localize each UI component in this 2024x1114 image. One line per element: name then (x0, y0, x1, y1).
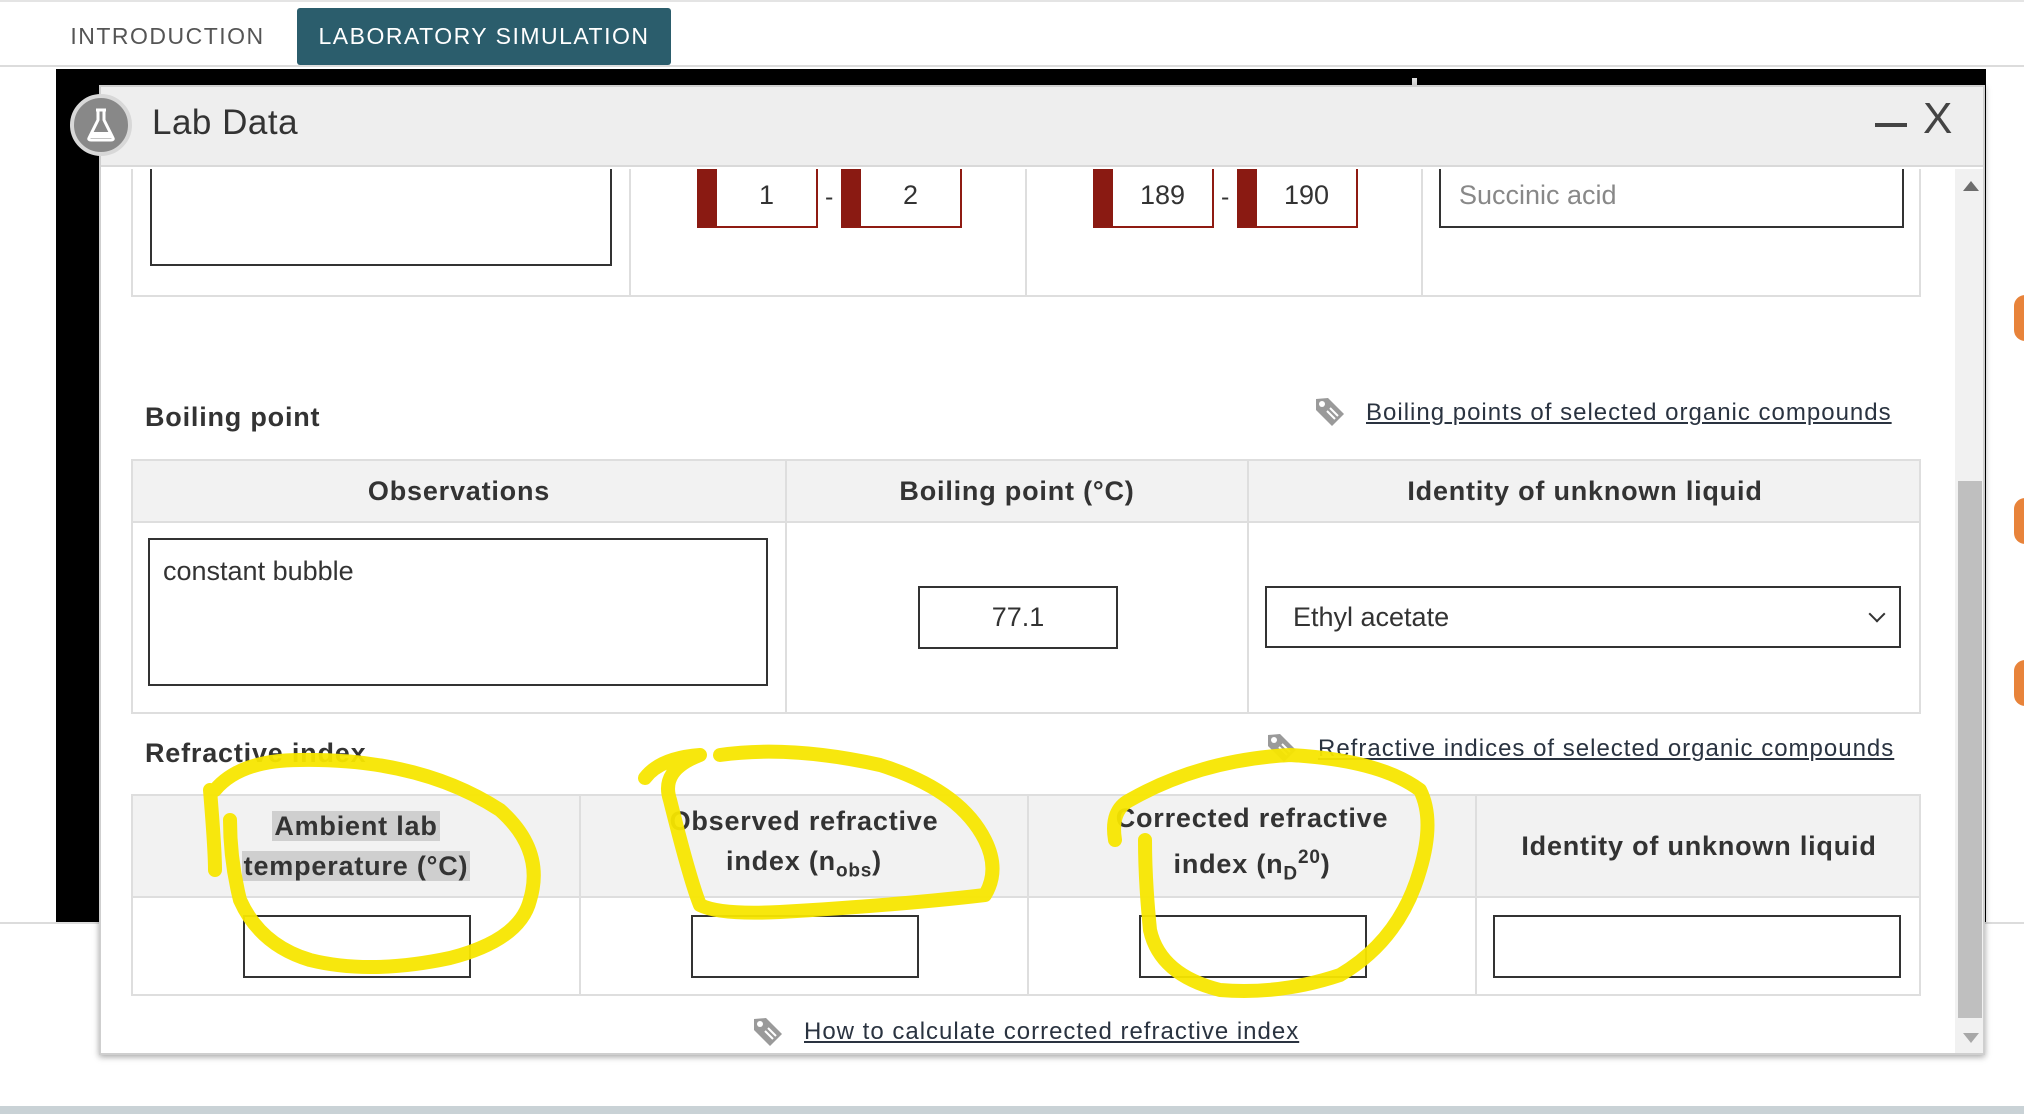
header-observations: Observations (133, 461, 787, 521)
header-corrected-sup: 20 (1297, 846, 1321, 868)
ri-ambient-col (133, 898, 581, 994)
scroll-down-icon[interactable] (1963, 1033, 1979, 1043)
ri-identity-col (1477, 898, 1921, 994)
refractive-index-table: Ambient lab temperature (°C) Observed re… (131, 794, 1921, 996)
header-ambient-line2: temperature (°C) (241, 851, 471, 881)
range-dash: - (1221, 183, 1230, 211)
refractive-index-title: Refractive index (145, 738, 367, 768)
header-observed-close: ) (872, 845, 882, 876)
ri-observed-col (581, 898, 1029, 994)
mp-range2-low-input[interactable]: 189 (1093, 169, 1214, 228)
header-boiling-point: Boiling point (°C) (787, 461, 1249, 521)
header-observed-line2: index (n (726, 845, 836, 876)
minimize-icon[interactable] (1875, 123, 1907, 127)
lab-data-panel: Lab Data X 1 - 2 189 - 190 Succinic acid (99, 85, 1985, 1055)
corrected-refractive-index-input[interactable] (1139, 915, 1367, 978)
chevron-down-icon (1868, 605, 1886, 623)
header-ri-identity-liquid: Identity of unknown liquid (1521, 831, 1877, 861)
melting-point-table: 1 - 2 189 - 190 Succinic acid (131, 169, 1921, 297)
header-corrected-refractive-index: Corrected refractive index (nD20) (1029, 796, 1477, 896)
header-corrected-line1: Corrected refractive (1115, 802, 1389, 833)
header-observed-sub: obs (835, 860, 873, 882)
header-observed-refractive-index: Observed refractive index (nobs) (581, 796, 1029, 896)
panel-header: Lab Data X (101, 87, 1983, 167)
tag-icon (1316, 398, 1344, 426)
tab-introduction[interactable]: INTRODUCTION (50, 8, 285, 65)
bp-observations-col: constant bubble (133, 523, 787, 712)
panel-content: 1 - 2 189 - 190 Succinic acid Boiling po… (101, 169, 1961, 1053)
how-to-calculate-link[interactable]: How to calculate corrected refractive in… (804, 1018, 1299, 1046)
mp-identity-col: Succinic acid (1423, 169, 1919, 295)
mp-observations-textarea[interactable] (150, 169, 612, 266)
ri-corrected-col (1029, 898, 1477, 994)
mp-range2-high-input[interactable]: 190 (1237, 169, 1358, 228)
bp-value-col: 77.1 (787, 523, 1249, 712)
bp-identity-col: Ethyl acetate (1249, 523, 1921, 712)
bottom-strip (0, 1106, 2024, 1114)
panel-scrollbar[interactable] (1955, 169, 1983, 1053)
header-identity-liquid: Identity of unknown liquid (1407, 476, 1763, 506)
side-control-dot[interactable] (2014, 295, 2024, 341)
tab-laboratory-simulation[interactable]: LABORATORY SIMULATION (297, 8, 671, 65)
header-corrected-line2: index (n (1173, 848, 1284, 879)
header-observed-line1: Observed refractive (669, 805, 939, 836)
scrollbar-thumb[interactable] (1958, 481, 1982, 1018)
ambient-temperature-input[interactable] (243, 915, 471, 978)
observed-refractive-index-input[interactable] (691, 915, 919, 978)
ri-identity-input[interactable] (1493, 915, 1901, 978)
top-tab-bar: INTRODUCTION LABORATORY SIMULATION (0, 0, 2024, 67)
boiling-point-title: Boiling point (145, 402, 321, 432)
panel-title: Lab Data (152, 103, 299, 142)
flask-icon (70, 94, 132, 156)
mp-range1-low-input[interactable]: 1 (697, 169, 818, 228)
boiling-points-reference-link[interactable]: Boiling points of selected organic compo… (1366, 399, 1892, 427)
solid-identity-input[interactable]: Succinic acid (1439, 169, 1904, 228)
tag-icon (1268, 734, 1296, 762)
boiling-point-input[interactable]: 77.1 (918, 586, 1118, 649)
scroll-up-icon[interactable] (1963, 181, 1979, 191)
bp-observations-textarea[interactable]: constant bubble (148, 538, 768, 686)
close-icon[interactable]: X (1923, 97, 1952, 141)
side-control-dot[interactable] (2014, 498, 2024, 544)
refractive-indices-reference-link[interactable]: Refractive indices of selected organic c… (1318, 735, 1894, 763)
header-corrected-sub: D (1283, 863, 1298, 885)
header-ambient-temperature: Ambient lab temperature (°C) (133, 796, 581, 896)
mp-observations-col (133, 169, 631, 295)
header-ambient-line1: Ambient lab (272, 811, 440, 841)
range-dash: - (825, 183, 834, 211)
liquid-identity-selected: Ethyl acetate (1293, 601, 1450, 632)
mp-range1-high-input[interactable]: 2 (841, 169, 962, 228)
mp-range1-col: 1 - 2 (631, 169, 1027, 295)
header-corrected-close: ) (1320, 848, 1331, 879)
boiling-point-table-header: Observations Boiling point (°C) Identity… (133, 461, 1919, 523)
boiling-point-table: Observations Boiling point (°C) Identity… (131, 459, 1921, 714)
side-control-dot[interactable] (2014, 660, 2024, 706)
mp-range2-col: 189 - 190 (1027, 169, 1423, 295)
liquid-identity-select[interactable]: Ethyl acetate (1265, 586, 1901, 648)
refractive-index-table-header: Ambient lab temperature (°C) Observed re… (133, 796, 1919, 898)
tag-icon (754, 1018, 782, 1046)
